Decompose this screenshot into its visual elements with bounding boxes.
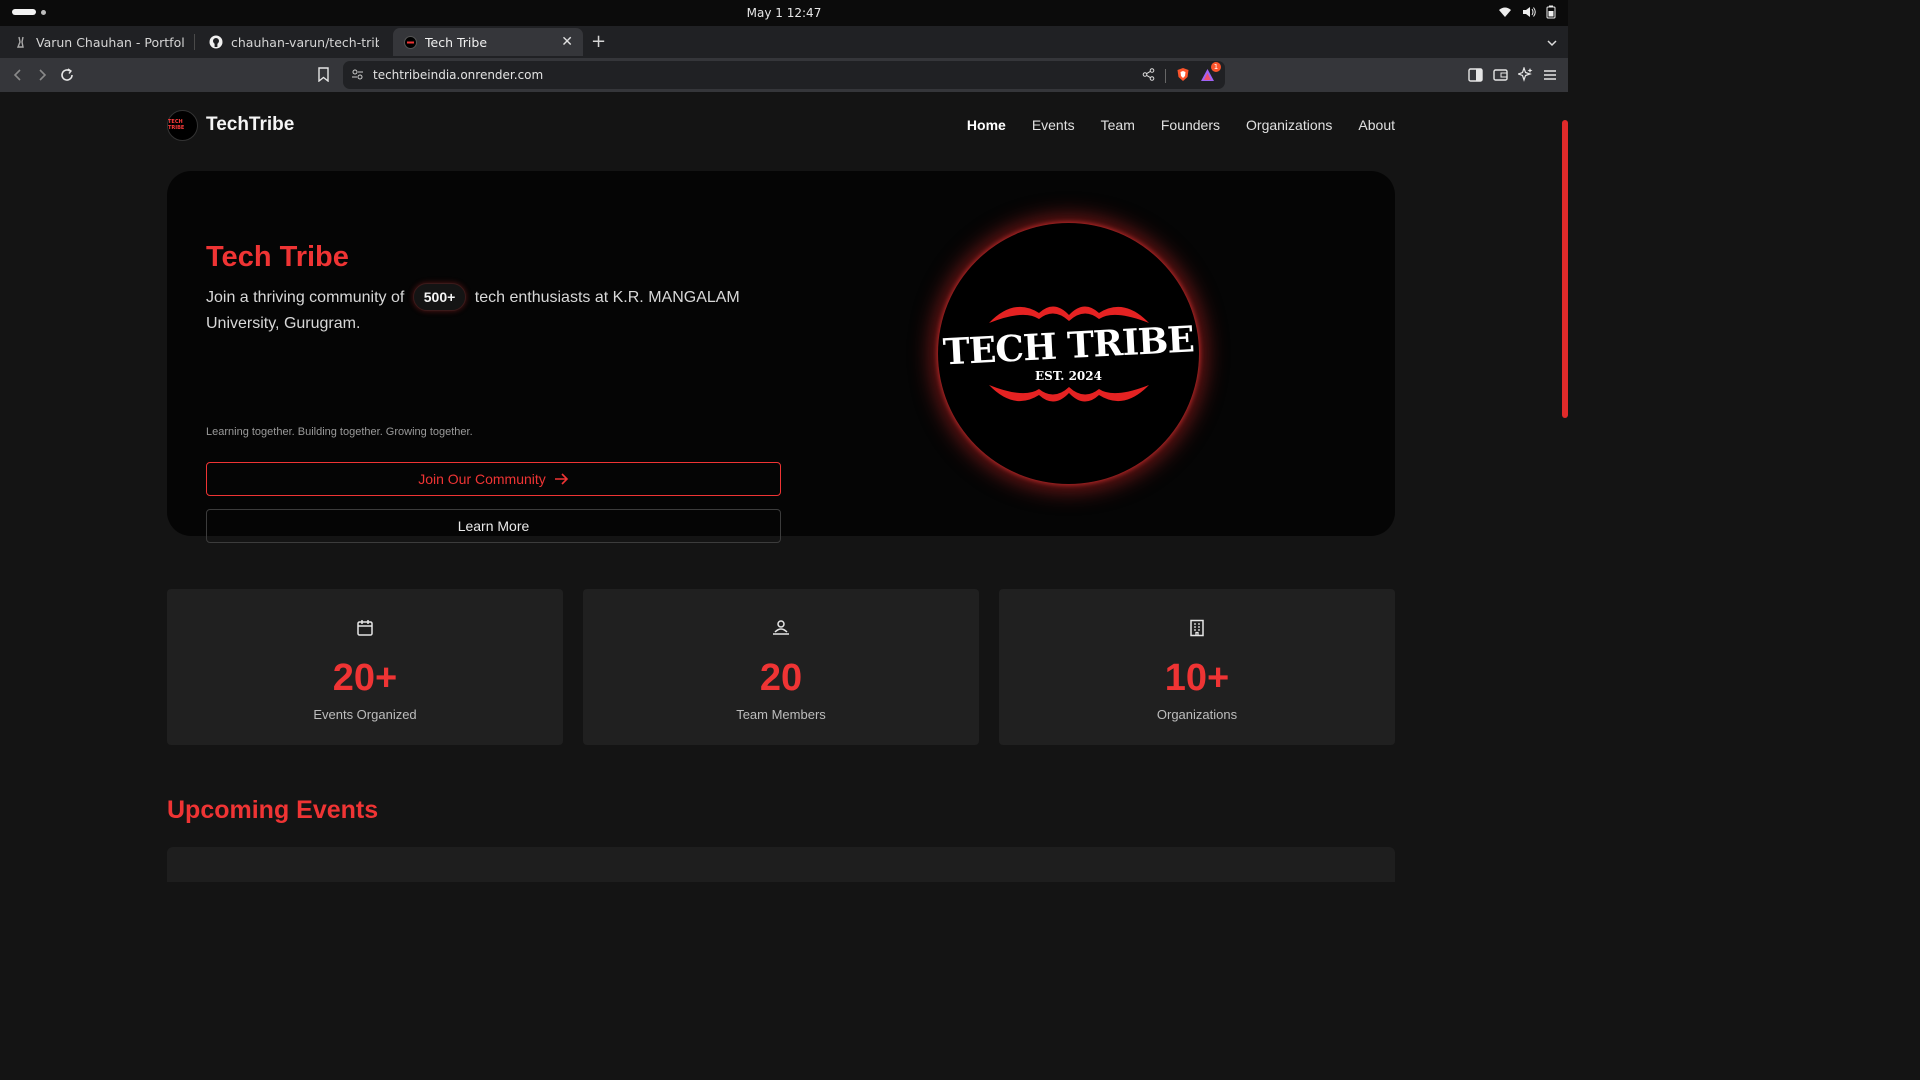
- nav-home[interactable]: Home: [967, 117, 1006, 133]
- tab-title: Varun Chauhan - Portfolio: [36, 34, 184, 50]
- brand[interactable]: TECH TRIBE TechTribe: [167, 109, 295, 141]
- stats-section: 20+ Events Organized 20 Team Members 10+…: [167, 589, 1395, 745]
- site-navbar: TECH TRIBE TechTribe Home Events Team Fo…: [167, 108, 1395, 142]
- hero-description: Join a thriving community of 500+ tech e…: [206, 283, 766, 337]
- new-tab-button[interactable]: +: [591, 33, 606, 51]
- share-icon[interactable]: [1142, 68, 1155, 84]
- page-viewport: TECH TRIBE TechTribe Home Events Team Fo…: [0, 92, 1568, 882]
- brand-name: TechTribe: [206, 114, 295, 135]
- url-text[interactable]: techtribeindia.onrender.com: [373, 68, 543, 82]
- stat-value: 10+: [1164, 657, 1230, 699]
- tab-portfolio[interactable]: Varun Chauhan - Portfolio: [4, 28, 194, 56]
- upcoming-events-title: Upcoming Events: [167, 796, 379, 824]
- wifi-icon: [1499, 7, 1511, 17]
- nav-organizations[interactable]: Organizations: [1246, 117, 1332, 133]
- wallet-icon[interactable]: [1493, 67, 1508, 86]
- learn-more-button[interactable]: Learn More: [206, 509, 781, 543]
- tab-techtribe[interactable]: Tech Tribe ✕: [393, 28, 583, 56]
- leo-ai-icon[interactable]: [1516, 66, 1533, 86]
- stat-value: 20+: [332, 657, 398, 699]
- tab-github[interactable]: chauhan-varun/tech-tribe: A: [199, 28, 389, 56]
- hero-title: Tech Tribe: [206, 241, 349, 273]
- github-icon: [209, 35, 223, 49]
- flame-ornament-bottom: [988, 384, 1149, 402]
- nav-links: Home Events Team Founders Organizations …: [967, 117, 1395, 133]
- flame-ornament-top: [988, 305, 1149, 323]
- sidebar-toggle-icon[interactable]: [1468, 67, 1483, 86]
- hero-section: Tech Tribe Join a thriving community of …: [167, 171, 1395, 543]
- browser-toolbar: techtribeindia.onrender.com 1: [0, 58, 1568, 92]
- system-tray[interactable]: [1498, 5, 1556, 19]
- nav-about[interactable]: About: [1358, 117, 1395, 133]
- stat-card-organizations: 10+ Organizations: [999, 589, 1395, 745]
- tab-title: Tech Tribe: [425, 34, 488, 50]
- stat-label: Events Organized: [313, 707, 417, 722]
- address-bar[interactable]: techtribeindia.onrender.com 1: [343, 61, 1225, 89]
- stat-card-team: 20 Team Members: [583, 589, 979, 745]
- site-settings-icon[interactable]: [351, 68, 364, 84]
- techtribe-favicon: [403, 35, 417, 49]
- rewards-badge: 1: [1211, 61, 1221, 72]
- nav-events[interactable]: Events: [1032, 117, 1075, 133]
- arrow-right-icon: [554, 473, 568, 485]
- stat-card-events: 20+ Events Organized: [167, 589, 563, 745]
- users-icon: [771, 619, 791, 641]
- upcoming-events-panel: [167, 847, 1395, 882]
- os-top-bar: May 1 12:47: [0, 0, 1568, 26]
- stat-label: Organizations: [1156, 707, 1238, 722]
- chevron-down-icon[interactable]: [1546, 34, 1558, 53]
- activities-indicator[interactable]: [12, 9, 46, 15]
- close-tab-icon[interactable]: ✕: [561, 34, 573, 50]
- nav-founders[interactable]: Founders: [1161, 117, 1220, 133]
- join-community-button[interactable]: Join Our Community: [206, 462, 781, 496]
- building-icon: [1188, 619, 1206, 641]
- tab-separator: [194, 34, 195, 50]
- forward-icon[interactable]: [35, 67, 49, 86]
- menu-icon[interactable]: [1543, 67, 1557, 86]
- page-scrollbar[interactable]: [1562, 120, 1568, 418]
- volume-icon: [1523, 7, 1536, 17]
- calendar-icon: [356, 619, 374, 641]
- tab-title: chauhan-varun/tech-tribe: A: [231, 34, 379, 50]
- bunny-icon: [14, 35, 28, 49]
- battery-icon: [1546, 5, 1556, 19]
- brand-logo: TECH TRIBE: [167, 109, 198, 141]
- member-count-badge: 500+: [412, 283, 467, 311]
- tab-strip: Varun Chauhan - Portfolio chauhan-varun/…: [0, 26, 1568, 58]
- stat-label: Team Members: [736, 707, 826, 722]
- hero-tagline: Learning together. Building together. Gr…: [206, 426, 473, 438]
- stat-value: 20: [759, 657, 803, 699]
- techtribe-logo: TECH TRIBE EST. 2024: [938, 223, 1199, 484]
- back-icon[interactable]: [11, 67, 25, 86]
- bookmark-icon[interactable]: [317, 67, 330, 86]
- nav-team[interactable]: Team: [1101, 117, 1135, 133]
- brave-rewards-icon[interactable]: 1: [1200, 61, 1221, 85]
- clock[interactable]: May 1 12:47: [747, 6, 822, 20]
- brave-shields-icon[interactable]: [1176, 67, 1190, 85]
- reload-icon[interactable]: [59, 67, 75, 87]
